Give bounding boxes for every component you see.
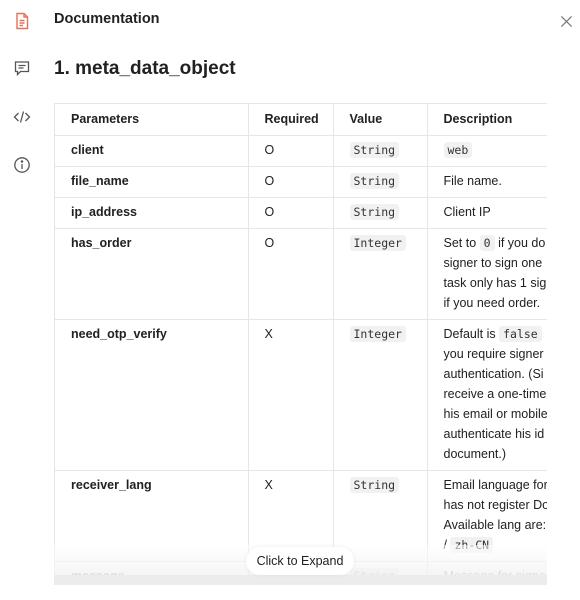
param-name: client	[55, 135, 249, 167]
close-icon[interactable]	[557, 12, 575, 30]
param-name: need_otp_verify	[55, 319, 249, 471]
value-code: Integer	[349, 235, 406, 251]
desc-line: authentication. (Si	[443, 367, 544, 381]
param-description: web	[427, 135, 547, 167]
document-icon[interactable]	[12, 11, 32, 31]
param-value: String	[333, 197, 428, 229]
param-name: receiver_lang	[55, 470, 249, 562]
desc-line: his email or mobile	[443, 407, 548, 421]
desc-text: if you do	[498, 236, 546, 250]
param-required: O	[248, 228, 334, 320]
header-description: Description	[427, 104, 547, 136]
value-code: String	[349, 173, 400, 189]
param-name: ip_address	[55, 197, 249, 229]
desc-line: receive a one-time	[443, 387, 547, 401]
desc-code: 0	[479, 235, 495, 251]
desc-line: Default is false	[444, 324, 548, 344]
table-row: file_name O String File name.	[55, 166, 547, 198]
desc-line: if you need order.	[443, 296, 541, 310]
header-required: Required	[248, 104, 334, 136]
param-description: Default is false you require signer auth…	[427, 319, 548, 471]
param-value: String	[333, 470, 428, 562]
section-title: 1. meta_data_object	[54, 58, 236, 79]
param-description: Client IP	[427, 197, 547, 229]
desc-line: document.)	[443, 447, 507, 461]
desc-text: /	[443, 538, 447, 552]
table-header-row: Parameters Required Value Description	[55, 104, 547, 136]
value-code: String	[349, 204, 400, 220]
desc-code: web	[443, 142, 473, 158]
parameters-table: Parameters Required Value Description cl…	[54, 103, 547, 585]
table-row: need_otp_verify X Integer Default is fal…	[55, 319, 548, 471]
header-parameters: Parameters	[55, 104, 249, 136]
desc-line: signer to sign one	[443, 256, 543, 270]
param-description: File name.	[427, 166, 547, 198]
desc-line: has not register Do	[443, 498, 548, 512]
param-value: String	[333, 166, 428, 198]
desc-text: Set to	[443, 236, 477, 250]
param-value: Integer	[333, 228, 428, 320]
info-icon[interactable]	[12, 155, 32, 175]
desc-line: task only has 1 sig	[443, 276, 547, 290]
desc-code: zh-CN	[450, 537, 494, 553]
desc-line: Available lang are:	[443, 518, 547, 532]
desc-line: you require signer	[443, 347, 544, 361]
param-description: Email language for has not register Do A…	[427, 470, 548, 562]
desc-line: Set to 0 if you do	[444, 233, 548, 253]
param-name: has_order	[55, 228, 249, 320]
header-value: Value	[333, 104, 428, 136]
value-code: Integer	[349, 326, 406, 342]
param-required: O	[248, 166, 334, 198]
param-required: X	[248, 319, 334, 471]
param-required: O	[248, 135, 334, 167]
code-icon[interactable]	[12, 107, 32, 127]
expand-fade-bottom	[54, 575, 547, 585]
desc-line: Email language for	[443, 478, 548, 492]
table-row: has_order O Integer Set to 0 if you do s…	[55, 228, 548, 320]
param-value: Integer	[333, 319, 428, 471]
desc-code: false	[499, 326, 542, 342]
comment-icon[interactable]	[12, 58, 32, 78]
table-row: ip_address O String Client IP	[55, 197, 547, 229]
param-name: file_name	[55, 166, 249, 198]
value-code: String	[349, 477, 400, 493]
desc-line: / zh-CN	[444, 535, 548, 555]
desc-line: authenticate his id	[443, 427, 545, 441]
param-value: String	[333, 135, 428, 167]
param-required: O	[248, 197, 334, 229]
panel-title: Documentation	[54, 11, 160, 27]
param-description: Set to 0 if you do signer to sign one ta…	[427, 228, 548, 320]
click-to-expand-button[interactable]: Click to Expand	[246, 547, 354, 575]
desc-text: Default is	[443, 327, 496, 341]
table-row: client O String web	[55, 135, 547, 167]
side-rail	[0, 0, 44, 600]
value-code: String	[349, 142, 400, 158]
